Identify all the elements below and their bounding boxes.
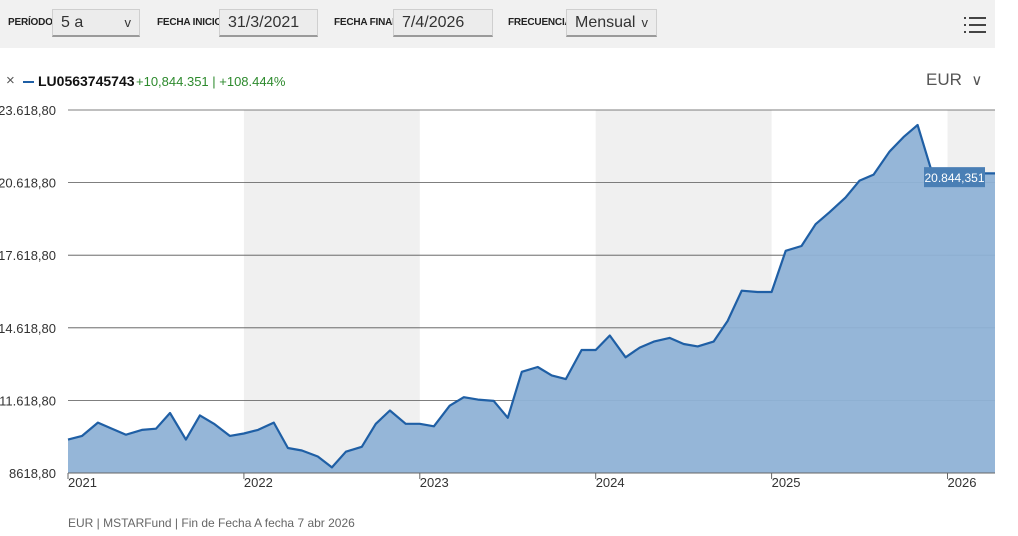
y-tick-label: 8618,80 (9, 466, 56, 481)
x-tick-label: 2022 (244, 475, 273, 490)
y-tick-label: 11.618,80 (0, 393, 56, 408)
y-tick-label: 20.618,80 (0, 176, 56, 191)
last-value-label: 20.844,351 (924, 171, 984, 185)
y-tick-label: 14.618,80 (0, 321, 56, 336)
x-tick-label: 2024 (596, 475, 625, 490)
x-tick-label: 2023 (420, 475, 449, 490)
x-tick-label: 2025 (772, 475, 801, 490)
chart-footer: EUR | MSTARFund | Fin de Fecha A fecha 7… (68, 516, 355, 530)
y-tick-label: 23.618,80 (0, 103, 56, 118)
x-tick-label: 2021 (68, 475, 97, 490)
chart-area: 8618,80 11.618,80 14.618,80 17.618,80 20.618… (0, 103, 995, 490)
y-tick-label: 17.618,80 (0, 248, 56, 263)
x-tick-label: 2026 (948, 475, 977, 490)
